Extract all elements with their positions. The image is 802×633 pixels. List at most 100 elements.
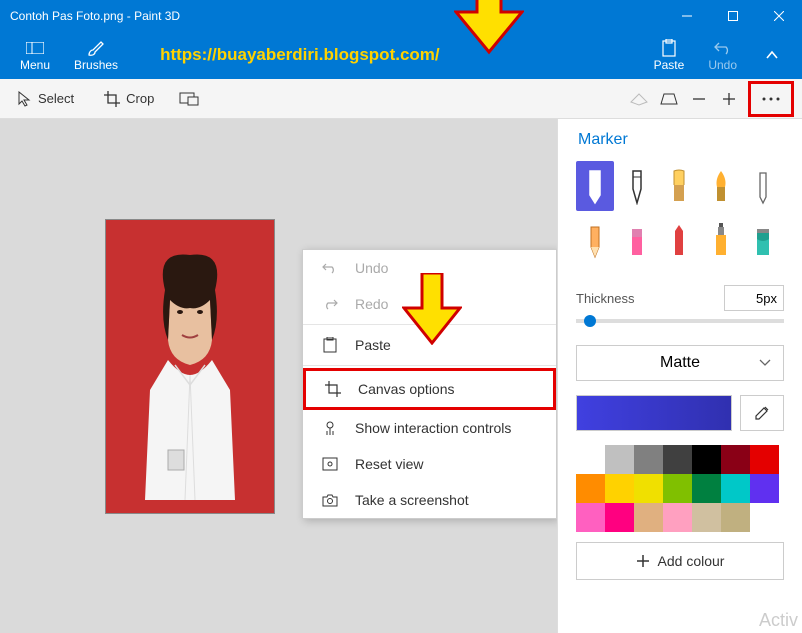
color-swatch[interactable] [663,445,692,474]
color-swatch[interactable] [663,503,692,532]
undo-label: Undo [708,58,737,72]
brush-crayon[interactable] [660,215,698,265]
color-swatch[interactable] [692,503,721,532]
3d-view-tool[interactable] [624,84,654,114]
maximize-button[interactable] [710,0,756,31]
crop-tool[interactable]: Crop [94,85,164,113]
paste-icon [661,38,677,58]
thickness-slider[interactable] [576,319,784,323]
ctx-reset-label: Reset view [355,456,423,472]
canvas-area[interactable]: Undo Redo Paste Canvas options Show inte… [0,119,557,633]
canvas-image[interactable] [105,219,275,514]
brush-pencil[interactable] [576,215,614,265]
add-color-label: Add colour [658,553,725,569]
brush-eraser[interactable] [618,215,656,265]
color-swatch[interactable] [576,503,605,532]
activate-watermark: Activ [759,610,798,631]
menu-icon [26,38,44,58]
finish-select[interactable]: Matte [576,345,784,381]
sidebar-title: Marker [578,131,784,149]
color-swatch[interactable] [663,474,692,503]
select-label: Select [38,91,74,106]
watermark-text: https://buayaberdiri.blogspot.com/ [160,45,440,65]
titlebar: Contoh Pas Foto.png - Paint 3D [0,0,802,31]
ctx-canvas-label: Canvas options [358,381,455,397]
color-swatch[interactable] [721,474,750,503]
zoom-in-tool[interactable] [714,84,744,114]
color-swatch[interactable] [750,474,779,503]
color-swatch[interactable] [721,445,750,474]
reset-icon [321,457,339,471]
paste-label: Paste [654,58,685,72]
ctx-redo-label: Redo [355,296,388,312]
magic-select-tool[interactable] [174,84,204,114]
add-color-button[interactable]: Add colour [576,542,784,580]
ctx-interaction-label: Show interaction controls [355,420,511,436]
thickness-input[interactable] [724,285,784,311]
ellipsis-icon [762,97,780,101]
brush-oil[interactable] [660,161,698,211]
eyedropper-icon [753,404,771,422]
zoom-out-tool[interactable] [684,84,714,114]
paste-button[interactable]: Paste [642,34,697,76]
current-color[interactable] [576,395,732,431]
brush-pixel[interactable] [744,161,782,211]
color-swatch[interactable] [605,503,634,532]
canvas-icon [324,381,342,397]
color-swatch[interactable] [634,503,663,532]
color-swatch[interactable] [692,474,721,503]
ctx-interaction[interactable]: Show interaction controls [303,410,556,446]
ctx-paste-label: Paste [355,337,391,353]
ctx-undo-label: Undo [355,260,388,276]
annotation-arrow-icon [402,273,462,345]
eyedropper-button[interactable] [740,395,784,431]
ctx-reset-view[interactable]: Reset view [303,446,556,482]
thickness-label: Thickness [576,291,635,306]
plus-icon [636,554,650,568]
color-swatch[interactable] [576,445,605,474]
crop-icon [104,91,120,107]
window-title: Contoh Pas Foto.png - Paint 3D [0,9,664,23]
menubar: Menu Brushes https://buayaberdiri.blogsp… [0,31,802,79]
brush-calligraphy[interactable] [618,161,656,211]
minimize-button[interactable] [664,0,710,31]
ctx-canvas-options[interactable]: Canvas options [303,368,556,410]
toolbar: Select Crop [0,79,802,119]
ctx-screenshot[interactable]: Take a screenshot [303,482,556,518]
brush-grid [576,161,784,265]
brush-fill[interactable] [744,215,782,265]
undo-button[interactable]: Undo [696,34,749,76]
brush-watercolor[interactable] [702,161,740,211]
color-swatch[interactable] [721,503,750,532]
brush-marker[interactable] [576,161,614,211]
chevron-up-icon [765,50,779,60]
more-options-button[interactable] [748,81,794,117]
select-tool[interactable]: Select [8,85,84,113]
photo-content [140,250,240,500]
brushes-label: Brushes [74,58,118,72]
ctx-screenshot-label: Take a screenshot [355,492,469,508]
brushes-button[interactable]: Brushes [62,34,130,76]
menu-label: Menu [20,58,50,72]
slider-thumb[interactable] [584,315,596,327]
touch-icon [321,420,339,436]
close-button[interactable] [756,0,802,31]
expand-ribbon-button[interactable] [749,34,794,76]
color-swatch[interactable] [576,474,605,503]
undo-icon [321,262,339,274]
paste-icon [321,337,339,353]
crop-label: Crop [126,91,154,106]
color-swatch[interactable] [634,474,663,503]
separator [303,365,556,366]
color-palette [576,445,784,532]
color-swatch[interactable] [750,445,779,474]
perspective-tool[interactable] [654,84,684,114]
color-swatch[interactable] [692,445,721,474]
color-swatch[interactable] [634,445,663,474]
color-swatch[interactable] [605,474,634,503]
brush-spray[interactable] [702,215,740,265]
chevron-down-icon [759,359,771,367]
menu-button[interactable]: Menu [8,34,62,76]
window-controls [664,0,802,31]
color-swatch[interactable] [605,445,634,474]
